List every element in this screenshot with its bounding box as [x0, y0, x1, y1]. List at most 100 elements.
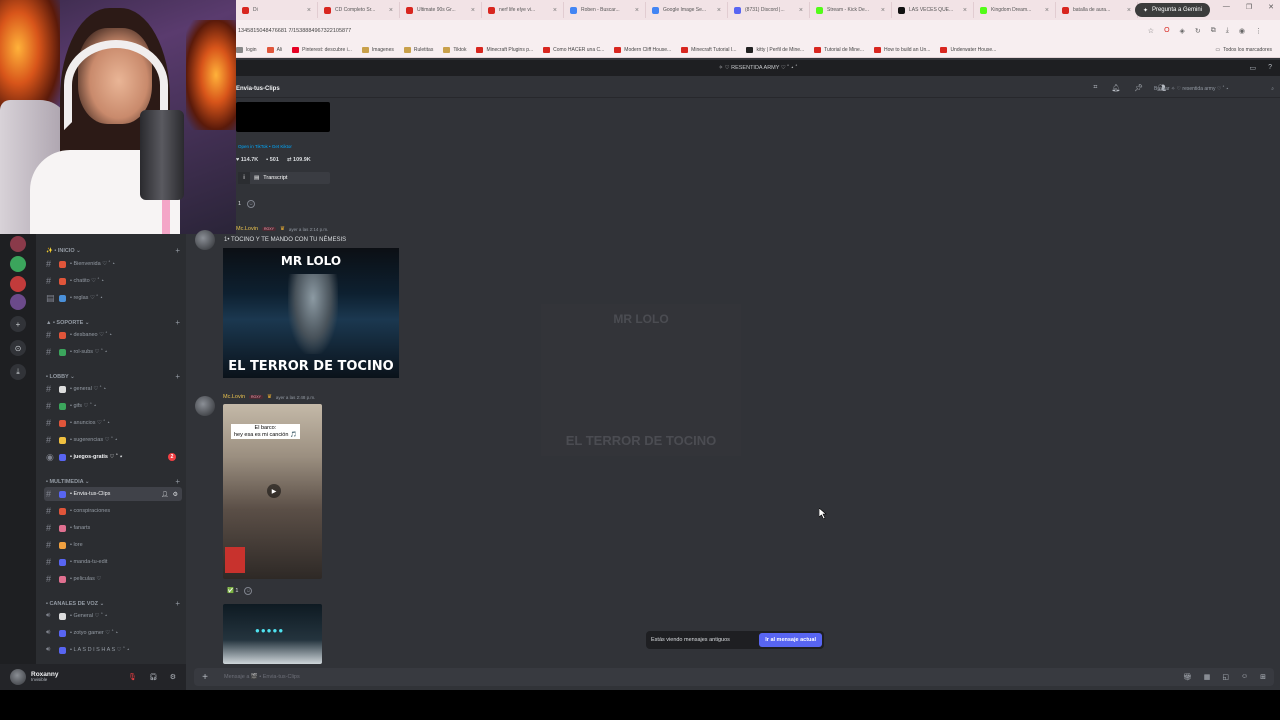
restore-icon[interactable]: ❐ — [1246, 3, 1252, 11]
transcript-button[interactable]: i ▤ Transcript — [238, 172, 330, 184]
bookmark-item[interactable]: kitty | Perfil de Mine... — [746, 46, 804, 53]
bookmark-item[interactable]: Underwater House... — [940, 46, 996, 53]
apps-icon[interactable]: ⊞ — [1260, 673, 1266, 681]
check-reaction[interactable]: ✅ 1 — [227, 588, 238, 594]
user-avatar[interactable] — [10, 669, 26, 685]
emoji-icon[interactable]: ☺ — [1241, 673, 1248, 681]
play-icon[interactable]: ▶ — [267, 484, 281, 498]
tiktok-thumbnail[interactable] — [236, 102, 330, 132]
browser-tab[interactable]: Stream - Kick De... × — [810, 2, 892, 18]
settings-gear-icon[interactable]: ⚙ — [170, 673, 176, 681]
add-channel-icon[interactable]: + — [175, 246, 180, 255]
pin-icon[interactable]: 📌︎ — [1134, 84, 1143, 92]
sidebar-channel[interactable]: # • conspiraciones — [44, 504, 182, 518]
server-icon[interactable] — [10, 236, 26, 252]
sidebar-channel[interactable]: # • lore — [44, 538, 182, 552]
reaction-count[interactable]: 1 — [238, 201, 241, 207]
bookmark-item[interactable]: Pinterest: descubre i... — [292, 46, 352, 53]
gift-icon[interactable]: 🎁︎ — [1183, 673, 1192, 681]
mic-muted-icon[interactable]: 🎙︎ — [128, 673, 137, 681]
close-tab-icon[interactable]: × — [881, 7, 885, 14]
message-input[interactable]: Mensaje a 🎬 • Envia-tus-Clips — [224, 674, 300, 680]
refresh-icon[interactable]: ↻ — [1195, 27, 1201, 35]
close-tab-icon[interactable]: × — [717, 7, 721, 14]
channel-category[interactable]: ✨ • INICIO ⌄ + — [46, 246, 180, 255]
sidebar-channel[interactable]: # • chatito ♡ ˚ ⋆ — [44, 274, 182, 288]
browser-tab[interactable]: Di × — [236, 2, 318, 18]
sidebar-channel[interactable]: # • peliculas ♡ — [44, 572, 182, 586]
bell-icon[interactable]: 🔔︎ — [1111, 84, 1120, 92]
browser-tab[interactable]: nerf life elye vi... × — [482, 2, 564, 18]
close-tab-icon[interactable]: × — [963, 7, 967, 14]
close-tab-icon[interactable]: × — [553, 7, 557, 14]
inbox-icon[interactable]: ▭ — [1249, 64, 1256, 72]
browser-tab[interactable]: CD Completo Sr... × — [318, 2, 400, 18]
browser-tab[interactable]: Roben - Buscar... × — [564, 2, 646, 18]
bookmark-item[interactable]: Minecraft Plugins p... — [476, 46, 533, 53]
sidebar-channel[interactable]: 🔊︎ • L A S D I S H A S ♡ ˚ ⋆ — [44, 643, 182, 657]
channel-category[interactable]: • MULTIMEDIA ⌄ + — [46, 477, 180, 486]
profile-icon[interactable]: ◉ — [1239, 27, 1245, 35]
browser-tab[interactable]: Google Image Se... × — [646, 2, 728, 18]
bookmark-item[interactable]: Como HACER una C... — [543, 46, 604, 53]
minimize-icon[interactable]: — — [1223, 3, 1230, 11]
add-reaction-icon[interactable]: ☺ — [244, 587, 253, 595]
browser-tab[interactable]: (8731) Discord |... × — [728, 2, 810, 18]
add-server-icon[interactable]: + — [10, 316, 26, 332]
bookmark-item[interactable]: Imagenes — [361, 46, 394, 53]
sidebar-channel[interactable]: # • manda-tu-edit — [44, 555, 182, 569]
bookmark-item[interactable]: Tiktok — [443, 46, 466, 53]
avatar[interactable] — [195, 396, 215, 416]
threads-icon[interactable]: ⌗ — [1093, 84, 1097, 92]
browser-tab[interactable]: Kingdom Dream... × — [974, 2, 1056, 18]
sidebar-channel[interactable]: # • gifs ♡ ˚ ⋆ — [44, 399, 182, 413]
sidebar-channel[interactable]: # • fanarts — [44, 521, 182, 535]
add-channel-icon[interactable]: + — [175, 318, 180, 327]
server-icon[interactable] — [10, 256, 26, 272]
sidebar-channel[interactable]: # • anuncios ♡ ˚ ⋆ — [44, 416, 182, 430]
jump-to-present-button[interactable]: Ir al mensaje actual — [759, 633, 822, 647]
add-channel-icon[interactable]: + — [175, 599, 180, 608]
all-bookmarks-button[interactable]: ▭ Todos los marcadores — [1215, 47, 1272, 53]
sidebar-channel[interactable]: # • desbaneo ♡ ˚ ⋆ — [44, 328, 182, 342]
channel-settings-icon[interactable]: ⚙ — [173, 491, 178, 498]
url-field[interactable]: 1345815048476681 7/1538884967322105877 — [238, 28, 1148, 34]
channel-category[interactable]: • LOBBY ⌄ + — [46, 372, 180, 381]
sidebar-channel[interactable]: ◉ • juegos-gratis ♡ ˚ ⋆ 2 — [44, 450, 182, 464]
download-icon[interactable]: ⤓ — [1226, 27, 1229, 35]
sidebar-channel[interactable]: 🔊︎ • General ♡ ˚ ⋆ — [44, 609, 182, 623]
meme-image[interactable]: MR LOLO EL TERROR DE TOCINO — [223, 248, 399, 378]
sidebar-channel[interactable]: ▤ • reglas ♡ ˚ ⋆ — [44, 291, 182, 305]
sidebar-channel[interactable]: # • Bienvenida ♡ ˚ ⋆ — [44, 257, 182, 271]
sticker-icon[interactable]: ◱ — [1222, 673, 1229, 681]
puzzle-icon[interactable]: ⧉ — [1211, 27, 1216, 35]
sidebar-channel[interactable]: # • Envia-tus-Clips 👤︎ ⚙ — [44, 487, 182, 501]
star-icon[interactable]: ☆ — [1148, 27, 1154, 35]
close-window-icon[interactable]: ✕ — [1268, 3, 1274, 11]
download-apps-icon[interactable]: ⤓ — [10, 364, 26, 380]
sidebar-channel[interactable]: # • rol-subs ♡ ˚ ⋆ — [44, 345, 182, 359]
close-tab-icon[interactable]: × — [799, 7, 803, 14]
bookmark-item[interactable]: Modern Cliff House... — [614, 46, 671, 53]
close-tab-icon[interactable]: × — [1045, 7, 1049, 14]
channel-category[interactable]: • CANALES DE VOZ ⌄ + — [46, 599, 180, 608]
browser-tab[interactable]: LAS VECES QUE... × — [892, 2, 974, 18]
explore-icon[interactable]: ⊙ — [10, 340, 26, 356]
gemini-button[interactable]: ✦ Pregunta a Gemini — [1134, 3, 1210, 17]
tiktok-link[interactable]: Open in TikTok • Get Kiktor — [238, 144, 292, 149]
opera-icon[interactable]: O — [1164, 27, 1169, 35]
add-reaction-icon[interactable]: ☺ — [247, 200, 256, 208]
image-attachment[interactable]: ●●●●● — [223, 604, 322, 664]
bookmark-item[interactable]: Tutorial de Mine... — [814, 46, 864, 53]
close-tab-icon[interactable]: × — [635, 7, 639, 14]
close-tab-icon[interactable]: × — [389, 7, 393, 14]
add-channel-icon[interactable]: + — [175, 372, 180, 381]
browser-tab[interactable]: batalla de aura... × — [1056, 2, 1138, 18]
bookmark-item[interactable]: Ruletitas — [403, 46, 433, 53]
author-name[interactable]: Mc.Lovin — [236, 226, 258, 232]
sidebar-channel[interactable]: # • general ♡ ˚ ⋆ — [44, 382, 182, 396]
avatar[interactable] — [195, 230, 215, 250]
server-icon[interactable] — [10, 294, 26, 310]
video-attachment[interactable]: El barco: hey esa es mi canción 🎵 ▶ — [223, 404, 322, 579]
headphones-icon[interactable]: 🎧︎ — [149, 673, 158, 681]
